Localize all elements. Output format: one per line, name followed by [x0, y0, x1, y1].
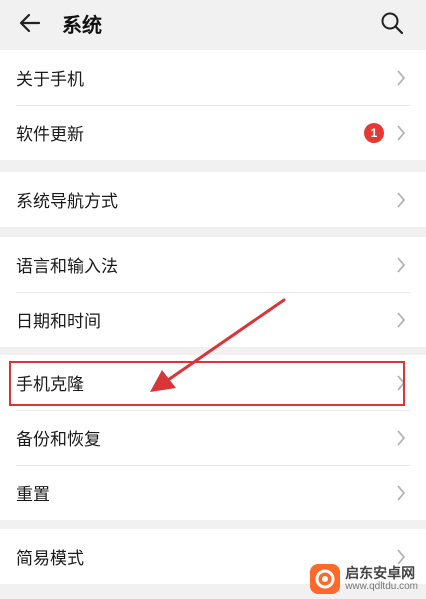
- watermark-text: 启东安卓网: [345, 565, 416, 581]
- settings-item-label: 语言和输入法: [16, 257, 118, 276]
- search-icon: [381, 12, 404, 35]
- settings-group-backup: 手机克隆 备份和恢复 重置: [0, 355, 426, 520]
- settings-item-label: 日期和时间: [16, 312, 101, 331]
- settings-item-about-phone[interactable]: 关于手机: [0, 50, 426, 105]
- chevron-right-icon: [397, 256, 406, 273]
- watermark: 启东安卓网 www.qdltdu.com: [309, 563, 418, 595]
- chevron-right-icon: [397, 191, 406, 208]
- settings-item-label: 手机克隆: [16, 375, 84, 394]
- watermark-logo-icon: [310, 564, 341, 594]
- chevron-right-icon: [397, 311, 406, 328]
- page-title: 系统: [62, 14, 102, 37]
- settings-item-label: 关于手机: [16, 70, 84, 89]
- settings-item-label: 系统导航方式: [16, 192, 118, 211]
- search-button[interactable]: [376, 7, 408, 39]
- settings-item-software-update[interactable]: 软件更新 1: [0, 105, 426, 160]
- settings-item-system-navigation[interactable]: 系统导航方式: [0, 172, 426, 227]
- settings-item-label: 软件更新: [16, 125, 84, 144]
- app-header: 系统: [0, 0, 426, 46]
- back-arrow-icon: [19, 13, 41, 33]
- watermark-url: www.qdltdu.com: [345, 581, 418, 592]
- chevron-right-icon: [397, 484, 406, 501]
- chevron-right-icon: [397, 69, 406, 86]
- settings-item-phone-clone[interactable]: 手机克隆: [0, 355, 426, 410]
- settings-group-device: 关于手机 软件更新 1: [0, 50, 426, 160]
- settings-group-language-time: 语言和输入法 日期和时间: [0, 237, 426, 347]
- settings-item-backup-restore[interactable]: 备份和恢复: [0, 410, 426, 465]
- settings-item-language-input[interactable]: 语言和输入法: [0, 237, 426, 292]
- settings-item-label: 简易模式: [16, 549, 84, 568]
- chevron-right-icon: [397, 374, 406, 391]
- settings-item-label: 重置: [16, 485, 50, 504]
- settings-item-reset[interactable]: 重置: [0, 465, 426, 520]
- chevron-right-icon: [397, 429, 406, 446]
- chevron-right-icon: [397, 124, 406, 141]
- settings-item-label: 备份和恢复: [16, 430, 101, 449]
- back-button[interactable]: [14, 7, 46, 39]
- update-count-badge: 1: [364, 122, 384, 143]
- settings-group-navigation: 系统导航方式: [0, 172, 426, 227]
- settings-item-date-time[interactable]: 日期和时间: [0, 292, 426, 347]
